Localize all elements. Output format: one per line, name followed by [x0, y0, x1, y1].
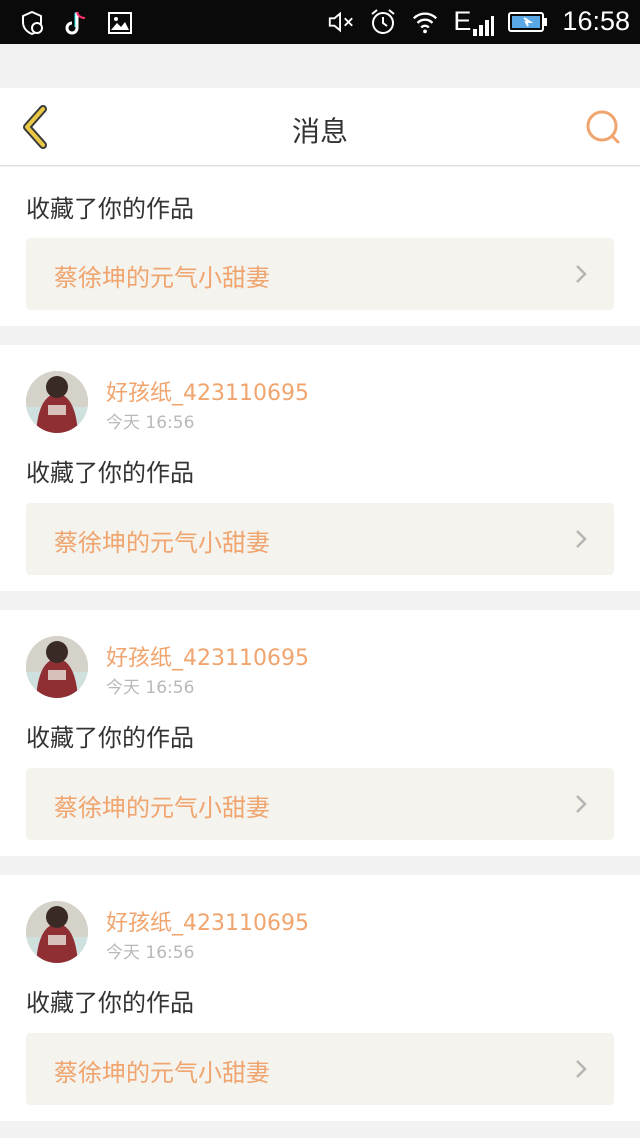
mute-icon: [327, 8, 355, 36]
status-time: 16:58: [562, 6, 630, 36]
chevron-right-icon: [576, 265, 587, 283]
alarm-icon: [369, 8, 397, 36]
search-icon: [586, 110, 620, 144]
message-action: 收藏了你的作品: [26, 724, 194, 752]
message-time: 今天 16:56: [106, 943, 195, 963]
work-link[interactable]: 蔡徐坤的元气小甜妻: [26, 503, 614, 575]
user-name[interactable]: 好孩纸_423110695: [106, 905, 309, 937]
message-card: 收藏了你的作品 蔡徐坤的元气小甜妻: [0, 167, 640, 326]
work-link[interactable]: 蔡徐坤的元气小甜妻: [26, 1033, 614, 1105]
nav-bar: 消息: [0, 88, 640, 166]
battery-charging-icon: [508, 8, 548, 36]
avatar[interactable]: [26, 371, 88, 433]
signal-icon: [473, 16, 495, 36]
work-link[interactable]: 蔡徐坤的元气小甜妻: [26, 238, 614, 310]
user-name[interactable]: 好孩纸_423110695: [106, 640, 309, 672]
work-title: 蔡徐坤的元气小甜妻: [54, 794, 270, 822]
network-type: E: [453, 6, 495, 37]
work-title: 蔡徐坤的元气小甜妻: [54, 529, 270, 557]
avatar[interactable]: [26, 636, 88, 698]
work-title: 蔡徐坤的元气小甜妻: [54, 1059, 270, 1087]
chevron-right-icon: [576, 530, 587, 548]
page-title: 消息: [291, 115, 348, 148]
image-icon: [106, 9, 134, 37]
message-action: 收藏了你的作品: [26, 195, 194, 223]
tiktok-icon: [62, 9, 90, 37]
message-action: 收藏了你的作品: [26, 459, 194, 487]
work-link[interactable]: 蔡徐坤的元气小甜妻: [26, 768, 614, 840]
shield-check-icon: [18, 9, 46, 37]
top-spacer: [0, 44, 640, 88]
message-card: 好孩纸_423110695 今天 16:56 收藏了你的作品 蔡徐坤的元气小甜妻: [0, 875, 640, 1121]
user-name[interactable]: 好孩纸_423110695: [106, 375, 309, 407]
message-time: 今天 16:56: [106, 413, 195, 433]
search-button[interactable]: [580, 104, 626, 150]
chevron-right-icon: [576, 1060, 587, 1078]
message-action: 收藏了你的作品: [26, 989, 194, 1017]
message-time: 今天 16:56: [106, 678, 195, 698]
avatar[interactable]: [26, 901, 88, 963]
status-bar: E 16:58: [0, 0, 640, 44]
wifi-icon: [411, 8, 439, 36]
work-title: 蔡徐坤的元气小甜妻: [54, 264, 270, 292]
message-card: 好孩纸_423110695 今天 16:56 收藏了你的作品 蔡徐坤的元气小甜妻: [0, 345, 640, 591]
chevron-right-icon: [576, 795, 587, 813]
message-card: 好孩纸_423110695 今天 16:56 收藏了你的作品 蔡徐坤的元气小甜妻: [0, 610, 640, 856]
